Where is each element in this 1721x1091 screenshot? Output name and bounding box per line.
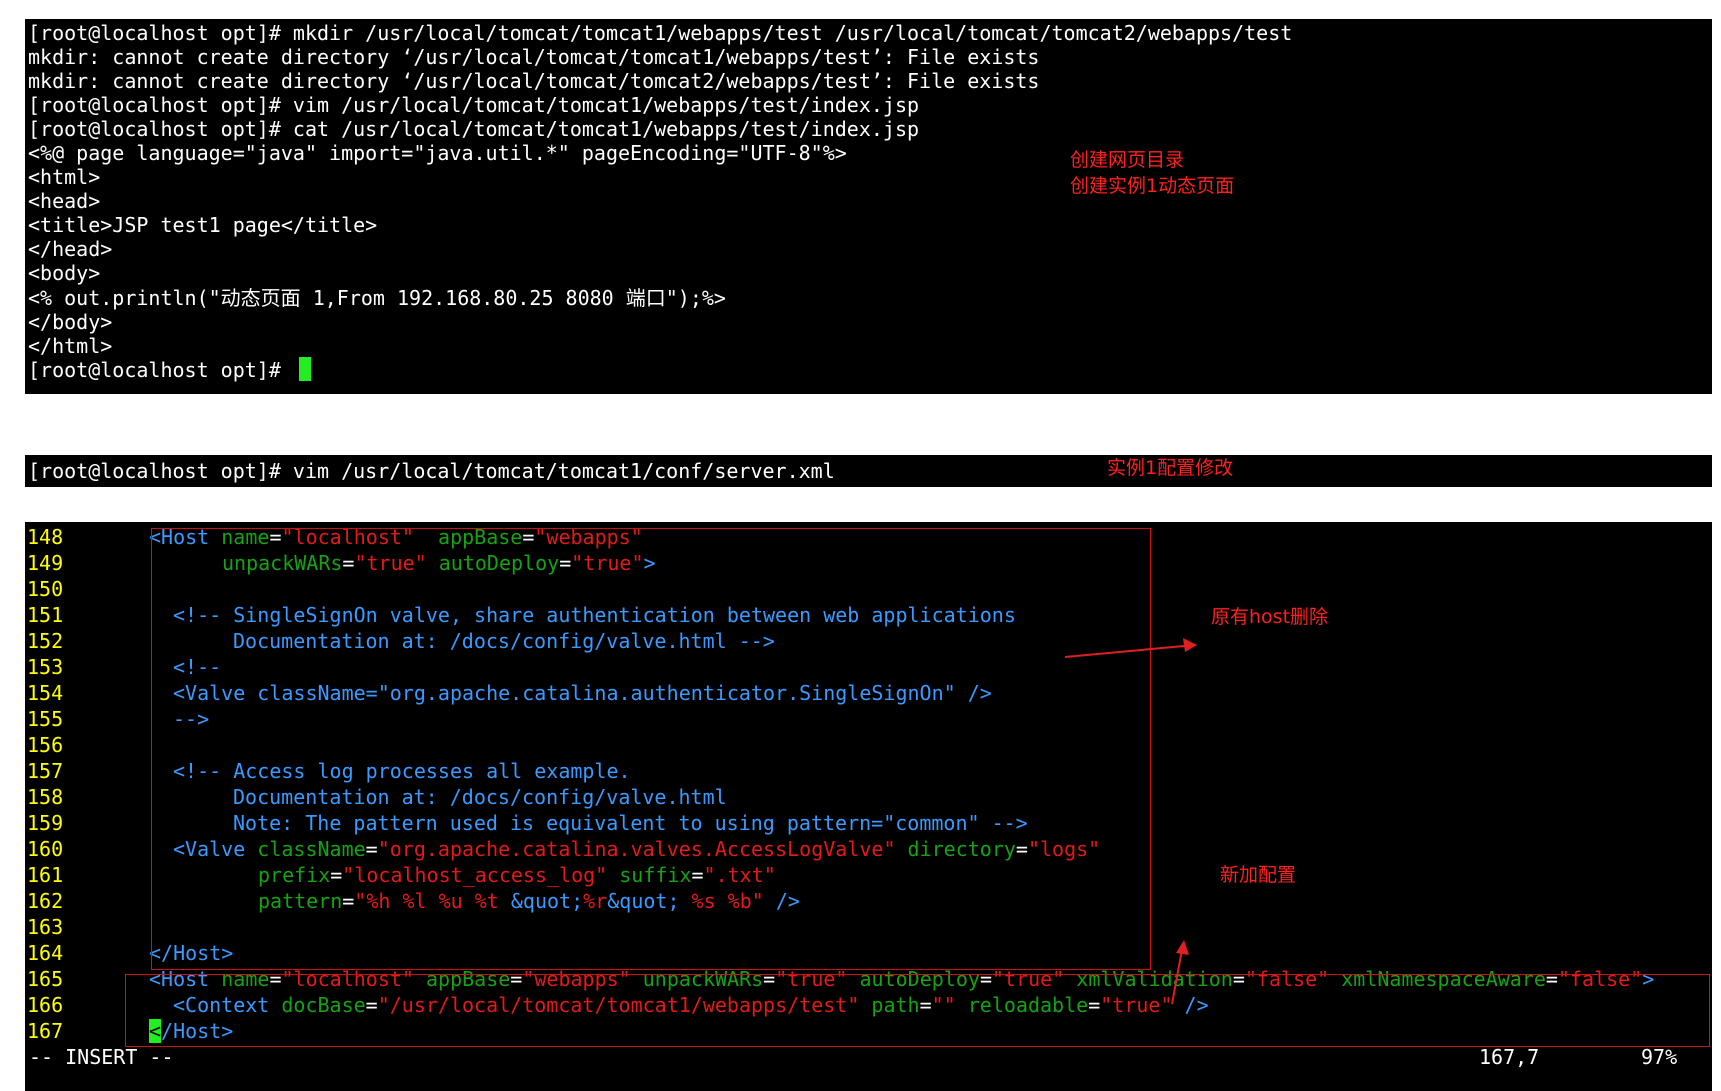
terminal-command-line: [root@localhost opt]# vim /usr/local/tom… [28, 459, 835, 483]
cursor-position: 167,7 [1479, 1045, 1540, 1069]
terminal-prompt: [root@localhost opt]# [28, 358, 293, 382]
vim-status-line: -- INSERT -- 167,7 97% [25, 1044, 1712, 1070]
terminal-line: <html> [28, 165, 101, 189]
terminal-window-1[interactable]: [root@localhost opt]# mkdir /usr/local/t… [25, 19, 1712, 394]
terminal-line: [root@localhost opt]# cat /usr/local/tom… [28, 117, 920, 141]
terminal-window-2[interactable]: [root@localhost opt]# vim /usr/local/tom… [25, 455, 1712, 487]
terminal-line: <%@ page language="java" import="java.ut… [28, 141, 847, 165]
arrow-head-new [1176, 940, 1189, 955]
terminal-line: </head> [28, 237, 113, 261]
annotation-create-dynamic-page: 创建实例1动态页面 [1070, 175, 1235, 197]
terminal-line: <body> [28, 261, 101, 285]
terminal-prompt-line[interactable]: [root@localhost opt]# [28, 357, 311, 383]
terminal-line: mkdir: cannot create directory ‘/usr/loc… [28, 69, 1040, 93]
terminal-cursor [298, 357, 311, 381]
arrow-to-delete-label [1064, 644, 1196, 658]
annotation-delete-original-host: 原有host删除 [1211, 606, 1329, 628]
vim-editor[interactable]: 148 149 150 151 152 153 154 155 156 157 … [25, 522, 1712, 1091]
annotation-new-config: 新加配置 [1220, 864, 1297, 886]
terminal-line: [root@localhost opt]# mkdir /usr/local/t… [28, 21, 1293, 45]
terminal-line: </html> [28, 334, 113, 358]
scroll-percent: 97% [1641, 1045, 1678, 1069]
terminal-line: mkdir: cannot create directory ‘/usr/loc… [28, 45, 1040, 69]
vim-mode-indicator: -- INSERT -- [29, 1045, 174, 1069]
annotation-arrows [1064, 638, 1197, 1005]
annotation-create-directory: 创建网页目录 [1070, 149, 1185, 171]
arrow-head-delete [1183, 638, 1197, 652]
terminal-line: <title>JSP test1 page</title> [28, 213, 378, 237]
terminal-line: </body> [28, 310, 113, 334]
terminal-line: <% out.println("动态页面 1,From 192.168.80.2… [28, 286, 726, 310]
annotation-instance1-config: 实例1配置修改 [1107, 457, 1234, 479]
terminal-line: [root@localhost opt]# vim /usr/local/tom… [28, 93, 920, 117]
terminal-line: <head> [28, 189, 101, 213]
